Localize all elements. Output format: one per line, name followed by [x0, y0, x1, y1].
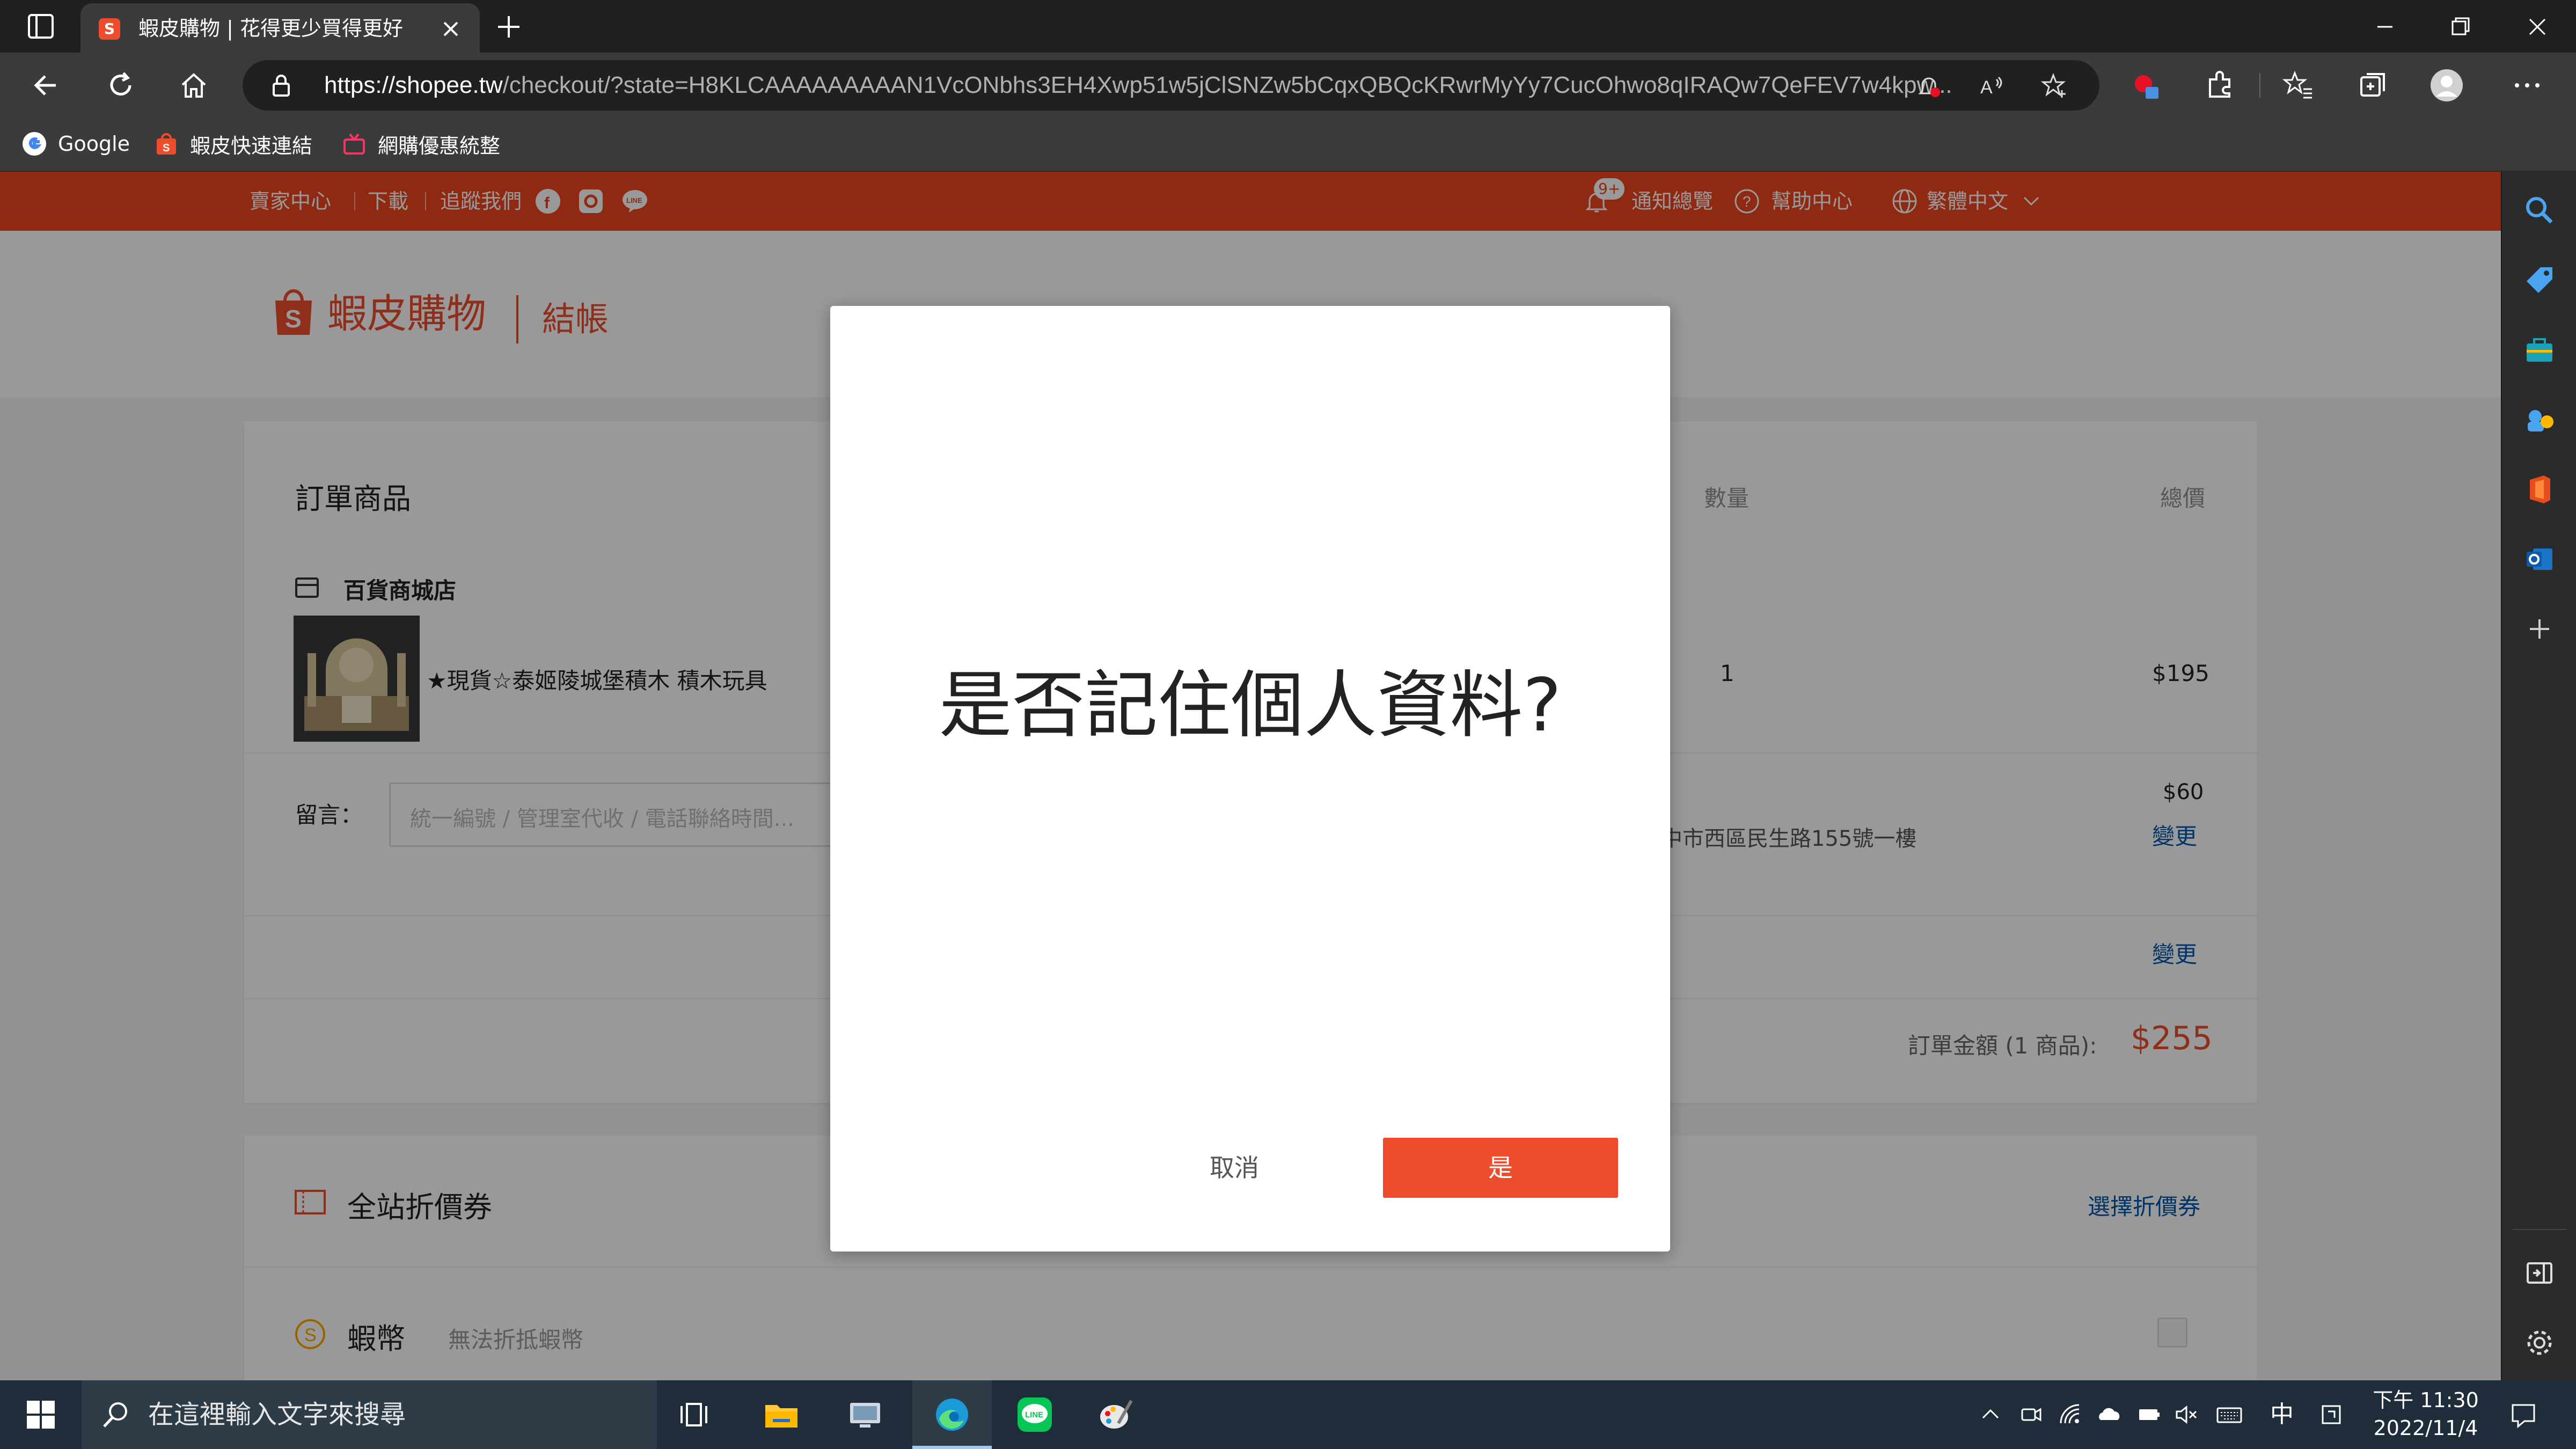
- sidebar-divider: [2513, 1229, 2566, 1230]
- confirm-button[interactable]: 是: [1383, 1138, 1618, 1198]
- read-aloud-icon[interactable]: A: [1977, 72, 2005, 100]
- ime-mode-icon[interactable]: [2318, 1402, 2344, 1428]
- edge-sidebar: [2501, 172, 2576, 1380]
- sidebar-settings-icon[interactable]: [2522, 1326, 2557, 1360]
- search-icon[interactable]: [2522, 193, 2557, 228]
- favorites-bar: Google S 蝦皮快速連結 網購優惠統整: [0, 118, 2576, 172]
- tab-shopee[interactable]: S 蝦皮購物 | 花得更少買得更好: [80, 3, 480, 53]
- lock-icon[interactable]: [268, 73, 294, 99]
- show-hidden-icons-icon[interactable]: [1978, 1402, 2003, 1428]
- address-toolbar: https://shopee.tw/checkout/?state=H8KLCA…: [0, 53, 2576, 118]
- new-tab-icon[interactable]: [494, 12, 524, 42]
- clock-time[interactable]: 下午 11:30: [2361, 1387, 2490, 1414]
- toolbar-divider: [2259, 73, 2260, 98]
- tab-title: 蝦皮購物 | 花得更少買得更好: [138, 17, 403, 40]
- svg-text:A: A: [1980, 77, 1993, 98]
- notification-blocked-icon[interactable]: [1915, 72, 1943, 100]
- favorite-label: 蝦皮快速連結: [190, 134, 313, 158]
- favorites-icon[interactable]: [2281, 68, 2316, 103]
- back-icon[interactable]: [29, 69, 62, 102]
- remember-info-dialog: 是否記住個人資料? 取消 是: [830, 306, 1670, 1252]
- svg-text:S: S: [163, 142, 170, 154]
- windows-taskbar: 在這裡輸入文字來搜尋 LINE 中 下午 11:30 2022/11/4: [0, 1380, 2576, 1449]
- search-icon: [103, 1402, 127, 1428]
- svg-text:LINE: LINE: [1025, 1410, 1043, 1419]
- profile-avatar-icon[interactable]: [2429, 68, 2464, 103]
- taskbar-search[interactable]: 在這裡輸入文字來搜尋: [82, 1380, 657, 1449]
- page-viewport: 賣家中心 下載 追蹤我們 f LINE 9+ 通知總覽 ? 幫助中心 繁體中文 …: [0, 172, 2501, 1380]
- refresh-icon[interactable]: [104, 69, 137, 102]
- file-explorer-icon[interactable]: [762, 1395, 801, 1434]
- line-app-icon[interactable]: LINE: [1015, 1395, 1054, 1434]
- settings-more-icon[interactable]: [2509, 68, 2545, 103]
- edge-browser-icon[interactable]: [933, 1395, 971, 1434]
- home-icon[interactable]: [177, 69, 210, 102]
- windows-start-icon[interactable]: [26, 1400, 56, 1430]
- games-icon[interactable]: [2522, 402, 2557, 437]
- add-sidebar-app-icon[interactable]: [2522, 612, 2557, 646]
- remote-desktop-icon[interactable]: [846, 1395, 884, 1434]
- favorite-label: 網購優惠統整: [378, 134, 501, 158]
- restore-icon[interactable]: [2445, 12, 2475, 42]
- favorite-label: Google: [58, 132, 130, 156]
- volume-muted-icon[interactable]: [2174, 1402, 2199, 1428]
- google-icon: [23, 132, 46, 156]
- favorite-deals[interactable]: 網購優惠統整: [341, 128, 500, 160]
- meet-now-icon[interactable]: [2018, 1402, 2044, 1428]
- tools-icon[interactable]: [2522, 333, 2557, 367]
- extensions-icon[interactable]: [2202, 68, 2238, 103]
- shopee-bag-icon: S: [157, 133, 176, 155]
- url-host: https://shopee.tw: [324, 72, 503, 98]
- close-window-icon[interactable]: [2522, 12, 2552, 42]
- notification-center-icon[interactable]: [2508, 1400, 2538, 1430]
- dialog-message: 是否記住個人資料?: [939, 663, 1562, 748]
- extension-shopee-icon[interactable]: [2128, 68, 2164, 103]
- close-tab-icon[interactable]: [440, 18, 462, 40]
- shopping-tag-icon[interactable]: [2522, 263, 2557, 297]
- paint-app-icon[interactable]: [1097, 1395, 1136, 1434]
- tv-icon: [343, 133, 365, 155]
- address-bar[interactable]: https://shopee.tw/checkout/?state=H8KLCA…: [243, 60, 2099, 111]
- collections-icon[interactable]: [2356, 68, 2391, 103]
- cancel-button[interactable]: 取消: [1167, 1138, 1301, 1198]
- battery-icon[interactable]: [2136, 1402, 2162, 1428]
- clock-date[interactable]: 2022/11/4: [2361, 1415, 2490, 1441]
- browser-titlebar: S 蝦皮購物 | 花得更少買得更好: [0, 0, 2576, 53]
- shopee-favicon-icon: S: [99, 18, 120, 40]
- minimize-icon[interactable]: [2370, 12, 2400, 42]
- tab-actions-icon[interactable]: [21, 12, 60, 41]
- hide-sidebar-icon[interactable]: [2522, 1256, 2557, 1290]
- taskbar-search-placeholder: 在這裡輸入文字來搜尋: [148, 1400, 406, 1430]
- url-path: /checkout/?state=H8KLCAAAAAAAAAN1VcONbhs…: [502, 72, 1952, 98]
- add-favorite-icon[interactable]: [2040, 72, 2068, 100]
- task-view-icon[interactable]: [677, 1395, 716, 1434]
- wifi-icon[interactable]: [2058, 1402, 2083, 1428]
- url-text[interactable]: https://shopee.tw/checkout/?state=H8KLCA…: [324, 70, 2063, 101]
- taskbar-active-indicator: [912, 1446, 992, 1449]
- onedrive-icon[interactable]: [2096, 1402, 2122, 1428]
- office-icon[interactable]: [2522, 472, 2557, 507]
- favorite-shopee-links[interactable]: S 蝦皮快速連結: [153, 128, 312, 160]
- touch-keyboard-icon[interactable]: [2216, 1402, 2242, 1428]
- favorite-google[interactable]: Google: [21, 128, 130, 160]
- ime-indicator[interactable]: 中: [2270, 1399, 2294, 1431]
- outlook-icon[interactable]: [2522, 542, 2557, 576]
